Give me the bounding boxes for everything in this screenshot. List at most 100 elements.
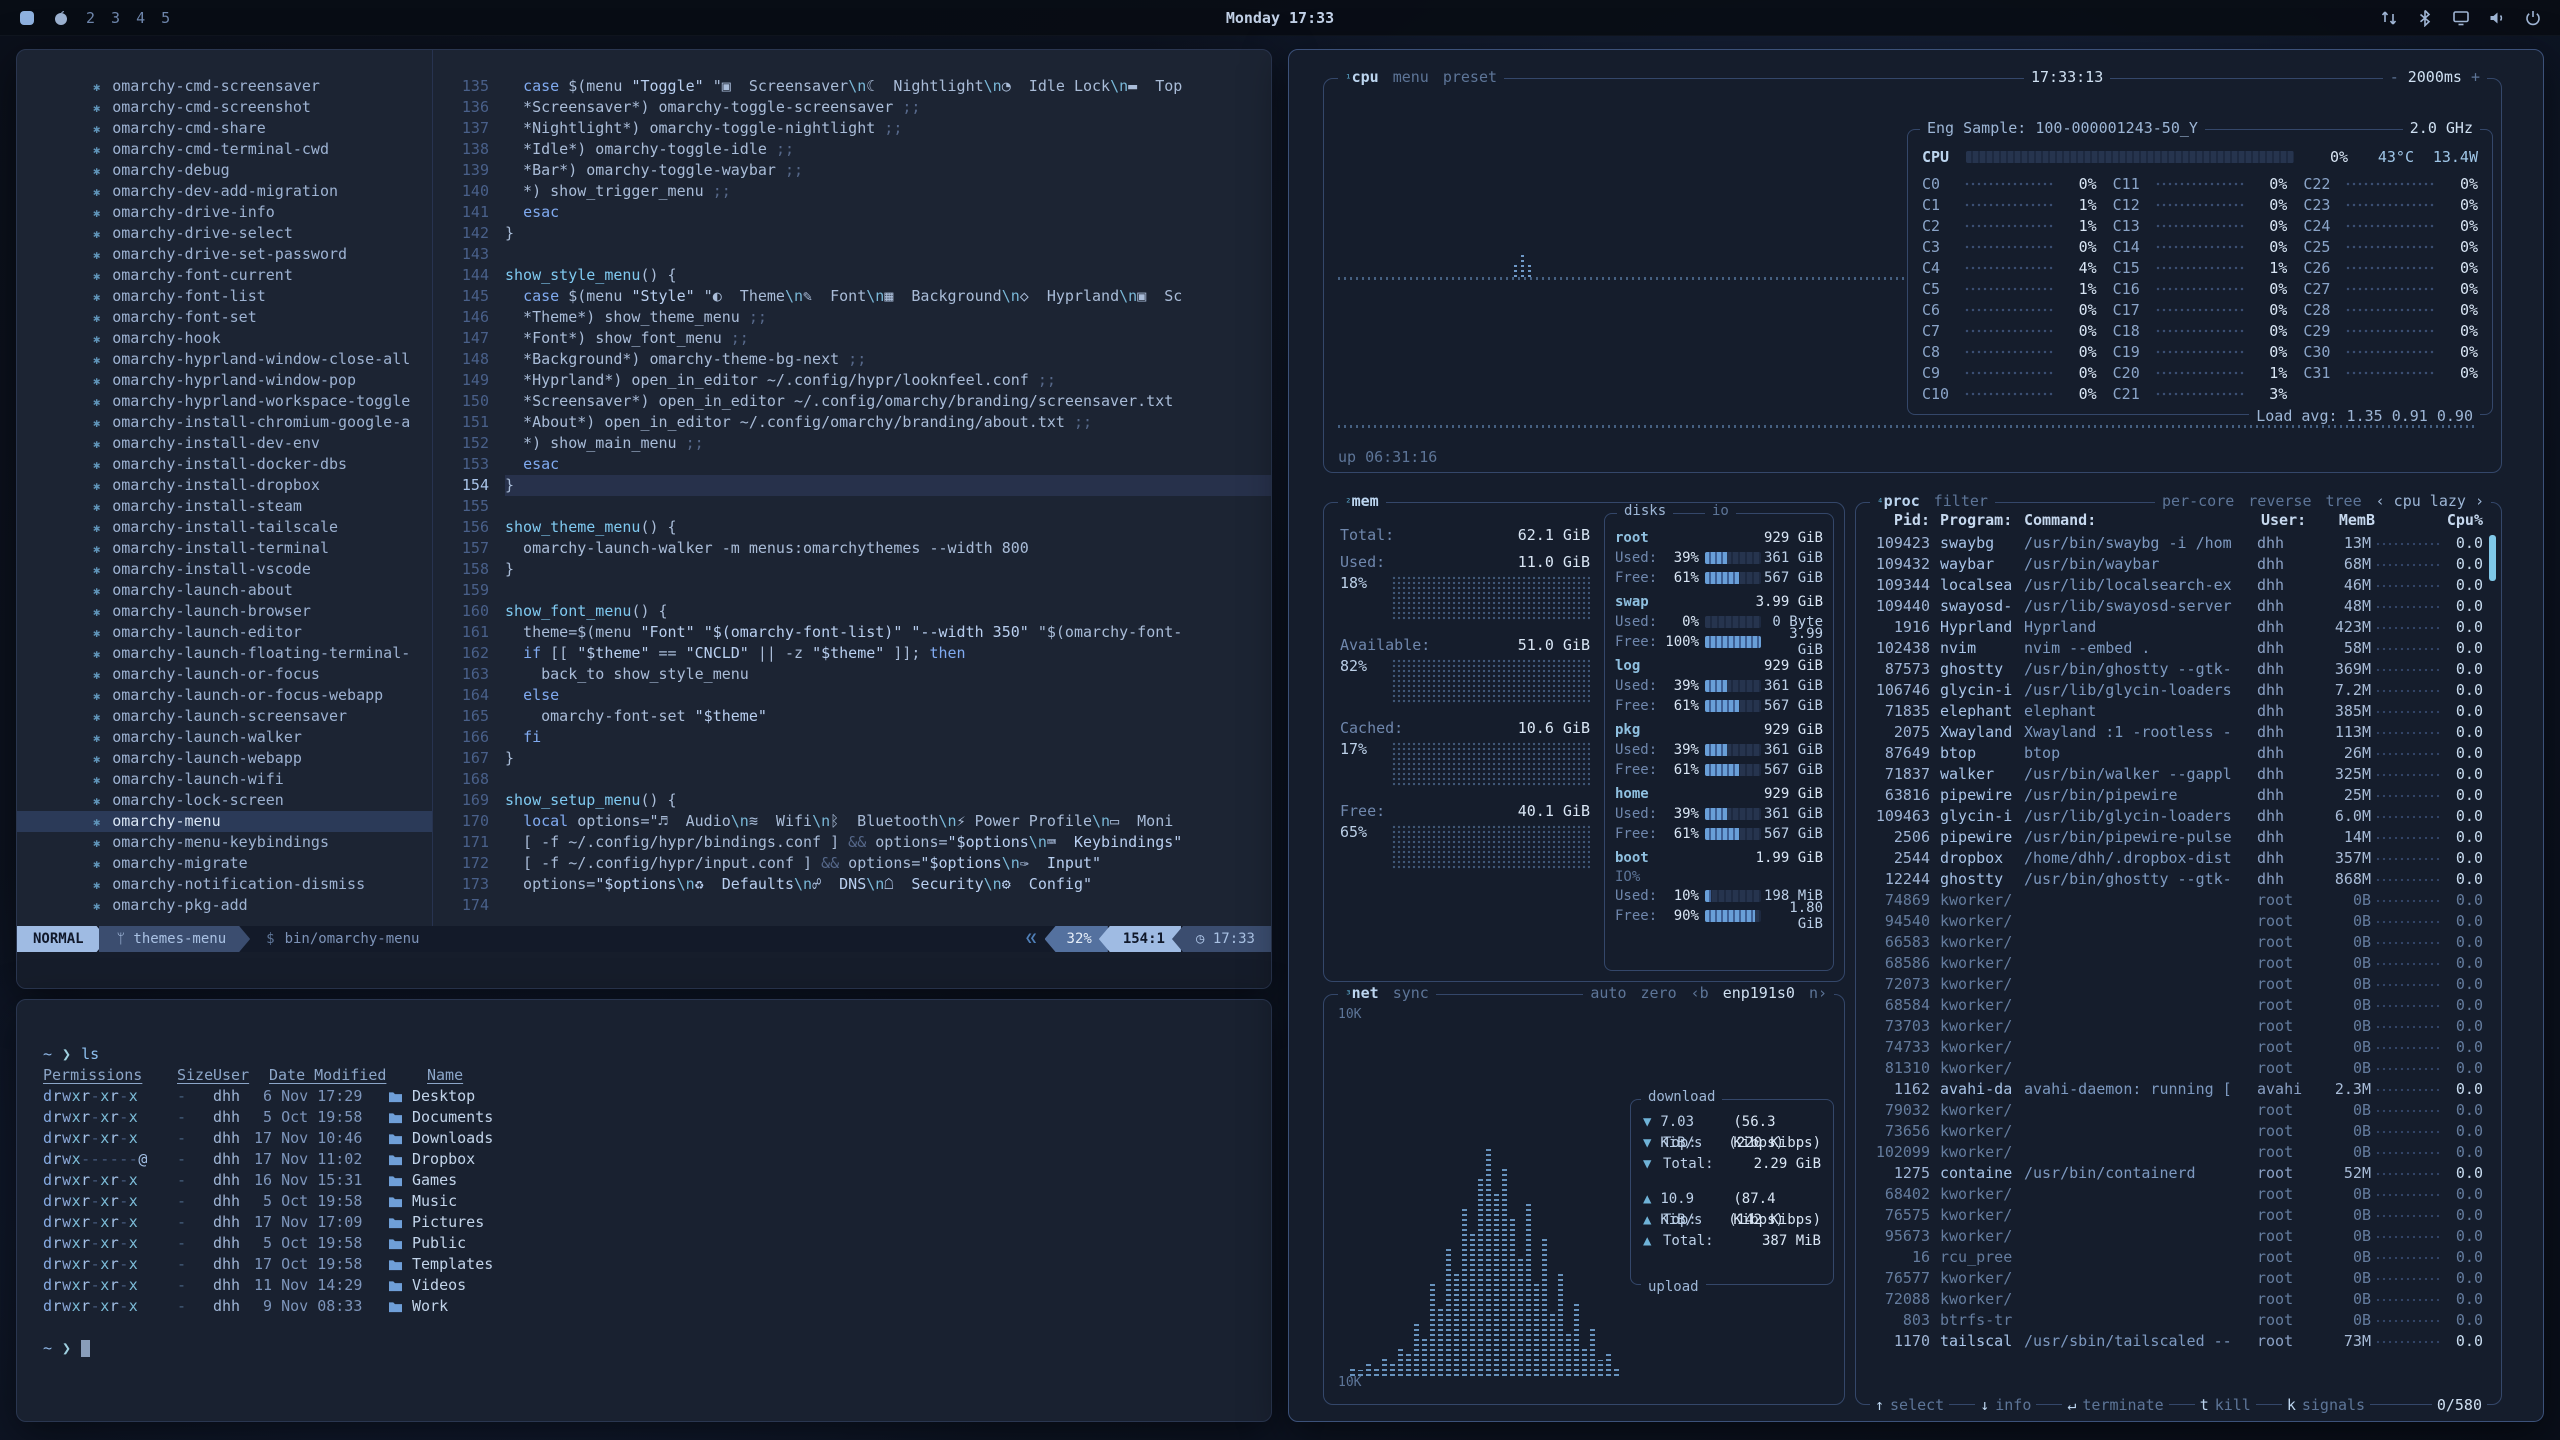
process-row[interactable]: 73703 kworker/ root 0B 0.0 xyxy=(1866,1016,2483,1037)
file-tree-item[interactable]: ✱omarchy-install-steam xyxy=(17,496,432,517)
file-tree-item[interactable]: ✱omarchy-install-dropbox xyxy=(17,475,432,496)
disks-tab[interactable]: disks xyxy=(1617,503,1673,519)
preset-tab[interactable]: preset xyxy=(1443,68,1497,86)
file-tree-item[interactable]: ✱omarchy-hyprland-window-pop xyxy=(17,370,432,391)
process-row[interactable]: 87573 ghostty /usr/bin/ghostty --gtk- dh… xyxy=(1866,659,2483,680)
file-tree-item[interactable]: ✱omarchy-font-current xyxy=(17,265,432,286)
file-tree-item[interactable]: ✱omarchy-notification-dismiss xyxy=(17,874,432,895)
process-row[interactable]: 71835 elephant elephant dhh 385M 0.0 xyxy=(1866,701,2483,722)
file-tree-item[interactable]: ✱omarchy-font-list xyxy=(17,286,432,307)
sort-selector[interactable]: ‹ cpu lazy › xyxy=(2376,492,2484,510)
file-tree-item[interactable]: ✱omarchy-launch-about xyxy=(17,580,432,601)
process-row[interactable]: 1162 avahi-da avahi-daemon: running [ av… xyxy=(1866,1079,2483,1100)
proc-footer-action[interactable]: ↑select xyxy=(1870,1395,1949,1415)
file-tree-item[interactable]: ✱omarchy-cmd-terminal-cwd xyxy=(17,139,432,160)
file-tree-item[interactable]: ✱omarchy-launch-floating-terminal- xyxy=(17,643,432,664)
file-tree-item[interactable]: ✱omarchy-cmd-screensaver xyxy=(17,76,432,97)
interval-minus[interactable]: - xyxy=(2390,68,2399,86)
file-tree-item[interactable]: ✱omarchy-menu xyxy=(17,811,432,832)
file-tree-item[interactable]: ✱omarchy-debug xyxy=(17,160,432,181)
process-row[interactable]: 76577 kworker/ root 0B 0.0 xyxy=(1866,1268,2483,1289)
file-tree-item[interactable]: ✱omarchy-launch-browser xyxy=(17,601,432,622)
file-tree-item[interactable]: ✱omarchy-cmd-screenshot xyxy=(17,97,432,118)
process-row[interactable]: 106746 glycin-i /usr/lib/glycin-loaders … xyxy=(1866,680,2483,701)
process-row[interactable]: 74733 kworker/ root 0B 0.0 xyxy=(1866,1037,2483,1058)
process-row[interactable]: 79032 kworker/ root 0B 0.0 xyxy=(1866,1100,2483,1121)
zero-toggle[interactable]: zero xyxy=(1641,984,1677,1002)
file-tree-item[interactable]: ✱omarchy-lock-screen xyxy=(17,790,432,811)
process-row[interactable]: 109463 glycin-i /usr/lib/glycin-loaders … xyxy=(1866,806,2483,827)
auto-toggle[interactable]: auto xyxy=(1590,984,1626,1002)
network-icon[interactable] xyxy=(2380,9,2398,27)
file-tree-item[interactable]: ✱omarchy-install-dev-env xyxy=(17,433,432,454)
file-tree-item[interactable]: ✱omarchy-hyprland-window-close-all xyxy=(17,349,432,370)
process-row[interactable]: 12244 ghostty /usr/bin/ghostty --gtk- dh… xyxy=(1866,869,2483,890)
process-row[interactable]: 2506 pipewire /usr/bin/pipewire-pulse dh… xyxy=(1866,827,2483,848)
file-tree-item[interactable]: ✱omarchy-drive-info xyxy=(17,202,432,223)
process-row[interactable]: 109423 swaybg /usr/bin/swaybg -i /hom dh… xyxy=(1866,533,2483,554)
process-row[interactable]: 68586 kworker/ root 0B 0.0 xyxy=(1866,953,2483,974)
file-tree-item[interactable]: ✱omarchy-install-vscode xyxy=(17,559,432,580)
proc-footer-action[interactable]: ksignals xyxy=(2282,1395,2370,1415)
proc-footer-action[interactable]: ↓info xyxy=(1975,1395,2036,1415)
bluetooth-icon[interactable] xyxy=(2416,9,2434,27)
process-row[interactable]: 74869 kworker/ root 0B 0.0 xyxy=(1866,890,2483,911)
file-tree-item[interactable]: ✱omarchy-install-tailscale xyxy=(17,517,432,538)
file-tree-item[interactable]: ✱omarchy-launch-wifi xyxy=(17,769,432,790)
proc-scrollbar[interactable] xyxy=(2489,535,2496,581)
process-row[interactable]: 72073 kworker/ root 0B 0.0 xyxy=(1866,974,2483,995)
process-row[interactable]: 66583 kworker/ root 0B 0.0 xyxy=(1866,932,2483,953)
per-core-toggle[interactable]: per-core xyxy=(2162,492,2234,510)
code-pane[interactable]: case $(menu "Toggle" "▣ Screensaver\n☾ N… xyxy=(505,50,1271,926)
iface-next[interactable]: n› xyxy=(1809,984,1827,1002)
process-row[interactable]: 16 rcu_pree root 0B 0.0 xyxy=(1866,1247,2483,1268)
proc-footer-action[interactable]: tkill xyxy=(2195,1395,2256,1415)
power-icon[interactable] xyxy=(2524,9,2542,27)
process-row[interactable]: 81310 kworker/ root 0B 0.0 xyxy=(1866,1058,2483,1079)
interval-plus[interactable]: + xyxy=(2471,68,2480,86)
process-row[interactable]: 109432 waybar /usr/bin/waybar dhh 68M 0.… xyxy=(1866,554,2483,575)
file-tree-item[interactable]: ✱omarchy-launch-or-focus xyxy=(17,664,432,685)
process-row[interactable]: 87649 btop btop dhh 26M 0.0 xyxy=(1866,743,2483,764)
process-row[interactable]: 102438 nvim nvim --embed . dhh 58M 0.0 xyxy=(1866,638,2483,659)
process-row[interactable]: 68584 kworker/ root 0B 0.0 xyxy=(1866,995,2483,1016)
file-tree-item[interactable]: ✱omarchy-cmd-share xyxy=(17,118,432,139)
file-tree-item[interactable]: ✱omarchy-launch-editor xyxy=(17,622,432,643)
file-tree-item[interactable]: ✱omarchy-pkg-add xyxy=(17,895,432,916)
file-tree-item[interactable]: ✱omarchy-launch-or-focus-webapp xyxy=(17,685,432,706)
process-row[interactable]: 72088 kworker/ root 0B 0.0 xyxy=(1866,1289,2483,1310)
file-tree-item[interactable]: ✱omarchy-launch-walker xyxy=(17,727,432,748)
process-row[interactable]: 63816 pipewire /usr/bin/pipewire dhh 25M… xyxy=(1866,785,2483,806)
process-row[interactable]: 109440 swayosd- /usr/lib/swayosd-server … xyxy=(1866,596,2483,617)
process-row[interactable]: 76575 kworker/ root 0B 0.0 xyxy=(1866,1205,2483,1226)
file-tree-item[interactable]: ✱omarchy-hook xyxy=(17,328,432,349)
process-row[interactable]: 1916 Hyprland Hyprland dhh 423M 0.0 xyxy=(1866,617,2483,638)
file-tree-item[interactable]: ✱omarchy-launch-webapp xyxy=(17,748,432,769)
file-tree-item[interactable]: ✱omarchy-hyprland-workspace-toggle xyxy=(17,391,432,412)
file-tree-item[interactable]: ✱omarchy-install-docker-dbs xyxy=(17,454,432,475)
file-tree-item[interactable]: ✱omarchy-font-set xyxy=(17,307,432,328)
file-tree-item[interactable]: ✱omarchy-menu-keybindings xyxy=(17,832,432,853)
process-row[interactable]: 1170 tailscal /usr/sbin/tailscaled -- ro… xyxy=(1866,1331,2483,1352)
process-row[interactable]: 2544 dropbox /home/dhh/.dropbox-dist dhh… xyxy=(1866,848,2483,869)
process-row[interactable]: 2075 Xwayland Xwayland :1 -rootless - dh… xyxy=(1866,722,2483,743)
process-row[interactable]: 803 btrfs-tr root 0B 0.0 xyxy=(1866,1310,2483,1331)
process-row[interactable]: 71837 walker /usr/bin/walker --gappl dhh… xyxy=(1866,764,2483,785)
iface-prev[interactable]: ‹b xyxy=(1691,984,1709,1002)
process-row[interactable]: 73656 kworker/ root 0B 0.0 xyxy=(1866,1121,2483,1142)
terminal-window[interactable]: ~ ❯ ls Permissions Size User Date Modifi… xyxy=(16,999,1272,1422)
file-tree-item[interactable]: ✱omarchy-drive-select xyxy=(17,223,432,244)
sync-tab[interactable]: sync xyxy=(1393,984,1429,1002)
process-row[interactable]: 68402 kworker/ root 0B 0.0 xyxy=(1866,1184,2483,1205)
filter-tab[interactable]: filter xyxy=(1934,492,1988,510)
display-icon[interactable] xyxy=(2452,9,2470,27)
file-tree-item[interactable]: ✱omarchy-install-terminal xyxy=(17,538,432,559)
process-row[interactable]: 102099 kworker/ root 0B 0.0 xyxy=(1866,1142,2483,1163)
process-row[interactable]: 94540 kworker/ root 0B 0.0 xyxy=(1866,911,2483,932)
proc-footer-action[interactable]: ↵terminate xyxy=(2062,1395,2168,1415)
menu-tab[interactable]: menu xyxy=(1393,68,1429,86)
file-tree-item[interactable]: ✱omarchy-install-chromium-google-a xyxy=(17,412,432,433)
file-tree-item[interactable]: ✱omarchy-migrate xyxy=(17,853,432,874)
reverse-toggle[interactable]: reverse xyxy=(2248,492,2311,510)
file-tree-item[interactable]: ✱omarchy-launch-screensaver xyxy=(17,706,432,727)
